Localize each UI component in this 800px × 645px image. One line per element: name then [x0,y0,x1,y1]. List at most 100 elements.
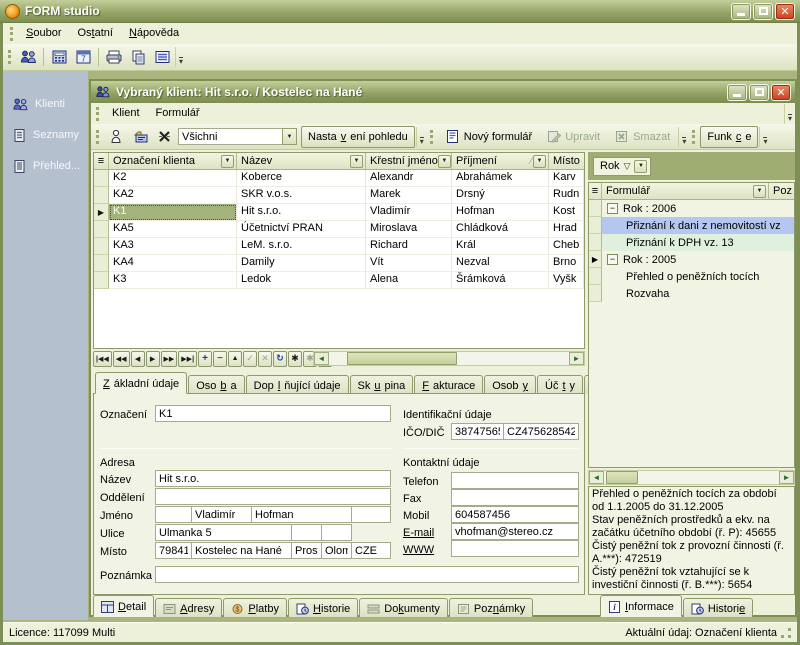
dic-field[interactable] [503,423,579,440]
cell-code[interactable]: K2 [109,170,237,187]
table-row[interactable]: KA3LeM. s.r.o.RichardKrálCheb [94,238,584,255]
scroll-left-icon[interactable]: ◄ [314,352,329,365]
cell-name[interactable]: LeM. s.r.o. [237,238,366,255]
toolbar-overflow-button[interactable]: ▾ [416,127,427,147]
forms-group-row[interactable]: −Rok : 2006 [589,200,794,217]
nav-delete-button[interactable]: − [213,351,227,367]
print-toolbar-button[interactable] [102,46,126,68]
menu-ostatni[interactable]: Ostatní [69,25,120,42]
ulice2-field[interactable] [291,524,322,541]
row-selector[interactable] [94,272,109,289]
nav-first-button[interactable]: |◀◀ [93,351,112,367]
table-horizontal-scrollbar[interactable]: ◄ ► [313,351,585,366]
list-toolbar-button[interactable] [150,46,174,68]
view-settings-button[interactable]: Nastavení pohledu [301,126,415,148]
cell-name[interactable]: Hit s.r.o. [237,204,366,221]
nav-refresh-button[interactable]: ↻ [273,351,287,367]
www-field[interactable] [451,540,579,557]
cell-code[interactable]: KA2 [109,187,237,204]
row-selector[interactable] [94,221,109,238]
prijmeni-field[interactable] [251,506,352,523]
misto-field[interactable] [191,542,292,559]
row-selector[interactable] [589,285,602,302]
tab-detail[interactable]: Detail [93,595,154,617]
cell-city[interactable]: Cheb [549,238,584,255]
cell-city[interactable]: Kost [549,204,584,221]
table-selector-header[interactable]: ≡ [94,153,109,170]
email-link-label[interactable]: E-mail [403,527,434,539]
row-selector[interactable] [589,200,602,217]
view-filter-value[interactable]: Všichni [178,128,283,145]
cell-city[interactable]: Brno [549,255,584,272]
titul-za-field[interactable] [351,506,391,523]
nav-cancel-button[interactable]: ✕ [258,351,272,367]
menu-klient[interactable]: Klient [104,105,148,122]
tab-osoba[interactable]: Osoba [188,375,244,394]
column-header-krestni-jmeno[interactable]: Křestní jméno▼ [366,153,452,170]
forms-horizontal-scrollbar[interactable]: ◄ ► [588,470,795,485]
cell-last-name[interactable]: Drsný [452,187,549,204]
cell-last-name[interactable]: Hofman [452,204,549,221]
tab-fakturace[interactable]: Fakturace [414,375,483,394]
tab-dokumenty[interactable]: Dokumenty [359,598,448,617]
column-filter-button[interactable]: ▼ [753,185,766,198]
row-selector[interactable] [94,238,109,255]
group-dropdown-button[interactable]: ▼ [634,160,647,173]
toolbar-grip[interactable] [8,50,13,64]
main-titlebar[interactable]: FORM studio ✕ [0,0,800,23]
row-selector[interactable] [94,170,109,187]
table-row[interactable]: KA5Účetnictví PRANMiroslavaChládkováHrad [94,221,584,238]
ulice3-field[interactable] [321,524,352,541]
row-selector[interactable] [589,268,602,285]
fax-field[interactable] [451,489,579,506]
forms-group-row-current[interactable]: ▶ −Rok : 2005 [589,251,794,268]
nav-next-button[interactable]: ▶ [146,351,160,367]
tab-platby[interactable]: $ Platby [223,598,287,617]
column-filter-button[interactable]: ▼ [221,155,234,168]
table-row[interactable]: KA2SKR v.o.s.MarekDrsnýRudn [94,187,584,204]
form-item-label[interactable]: Přiznání k dani z nemovitostí vz [602,217,794,234]
nav-prior-page-button[interactable]: ◀◀ [113,351,130,367]
column-filter-button[interactable]: ▼ [438,155,451,168]
toolbar-grip[interactable] [96,130,101,144]
tab-zakladni-udaje[interactable]: Základní údaje [95,372,187,394]
cell-name[interactable]: Ledok [237,272,366,289]
stat-field[interactable] [351,542,391,559]
nav-insert-button[interactable]: + [198,351,212,367]
tab-poznamky[interactable]: Poznámky [449,598,533,617]
cell-code-selected[interactable]: K1 [109,204,237,221]
cell-name[interactable]: Damily [237,255,366,272]
menubar-overflow-button[interactable]: ▾ [784,104,795,124]
scrollbar-thumb[interactable] [347,352,457,365]
nav-next-page-button[interactable]: ▶▶ [161,351,178,367]
column-header-misto[interactable]: Místo [549,153,584,170]
cell-name[interactable]: Účetnictví PRAN [237,221,366,238]
scroll-left-icon[interactable]: ◄ [589,471,604,484]
sidebar-item-seznamy[interactable]: Seznamy [3,126,88,144]
person-toolbar-button[interactable] [104,126,128,148]
forms-item-row[interactable]: Rozvaha [589,285,794,302]
cell-code[interactable]: KA3 [109,238,237,255]
cell-first-name[interactable]: Marek [366,187,452,204]
cell-code[interactable]: K3 [109,272,237,289]
menu-napoveda[interactable]: Nápověda [121,25,187,42]
toolbar-overflow-button[interactable]: ▾ [678,127,689,147]
telefon-field[interactable] [451,472,579,489]
column-header-poznamka[interactable]: Poz [769,183,794,200]
column-header-nazev[interactable]: Název▼ [237,153,366,170]
minimize-button[interactable] [731,3,751,20]
table-row-selected[interactable]: ▶ K1Hit s.r.o.VladimírHofmanKost [94,204,584,221]
jmeno-field[interactable] [191,506,252,523]
forms-item-row-selected[interactable]: Přiznání k dani z nemovitostí vz [589,217,794,234]
row-selector-current[interactable]: ▶ [94,204,109,221]
card-toolbar-button[interactable] [128,126,152,148]
scroll-right-icon[interactable]: ► [569,352,584,365]
cell-city[interactable]: Rudn [549,187,584,204]
tab-osoby[interactable]: Osoby [484,375,536,394]
calendar-toolbar-button[interactable]: 7 [71,46,95,68]
column-header-oznaceni[interactable]: Označení klienta▼ [109,153,237,170]
tab-historie[interactable]: Historie [288,598,358,617]
cell-city[interactable]: Hrad [549,221,584,238]
cell-code[interactable]: KA4 [109,255,237,272]
form-item-label[interactable]: Přiznání k DPH vz. 13 [602,234,794,251]
